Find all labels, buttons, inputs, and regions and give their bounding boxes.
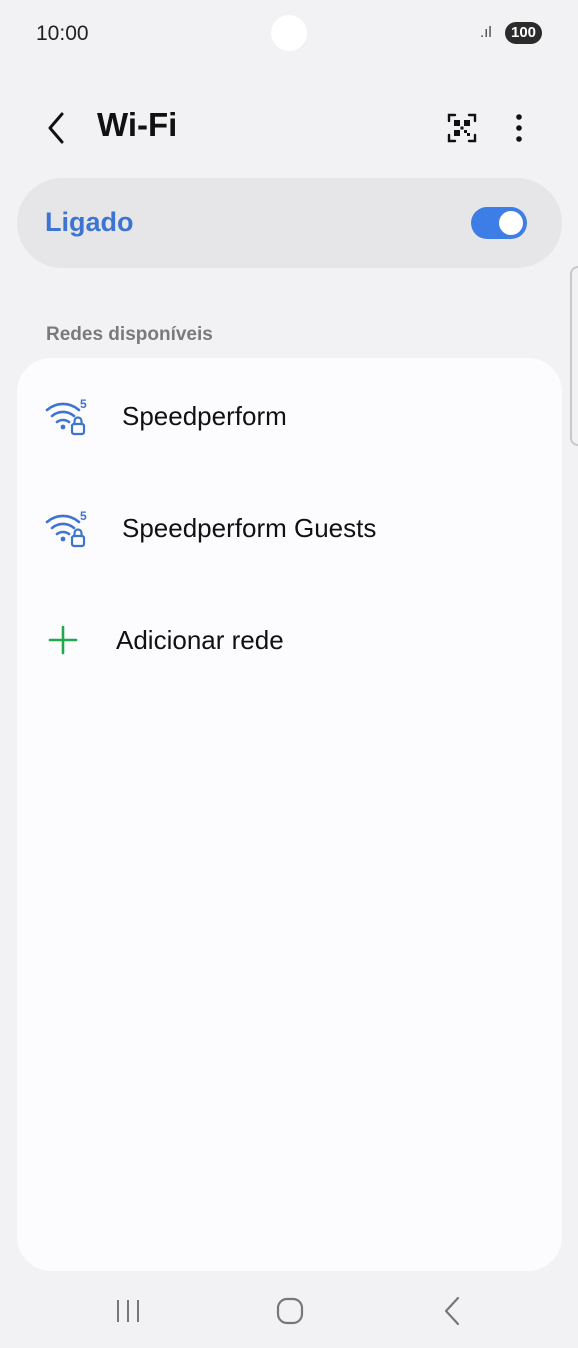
add-network-button[interactable]: Adicionar rede [17, 600, 562, 680]
plus-icon [47, 624, 79, 656]
wifi-5ghz-locked-icon: 5 [45, 396, 91, 436]
clock: 10:00 [36, 22, 89, 45]
back-arrow-icon[interactable] [42, 110, 72, 146]
qr-scan-icon[interactable] [444, 110, 480, 146]
network-item-speedperform-guests[interactable]: 5 Speedperform Guests [17, 488, 562, 568]
status-bar: 10:00 .ıl 100 [0, 0, 578, 68]
system-nav-bar [0, 1276, 578, 1348]
back-icon[interactable] [438, 1295, 466, 1327]
front-camera [271, 15, 307, 51]
svg-text:5: 5 [80, 509, 87, 523]
more-vertical-icon[interactable] [506, 110, 532, 146]
networks-list: 5 Speedperform 5 Speedperform Guests Adi… [17, 358, 562, 1271]
page-title: Wi-Fi [97, 106, 178, 143]
wifi-state-label: Ligado [45, 207, 134, 237]
network-item-speedperform[interactable]: 5 Speedperform [17, 376, 562, 456]
available-networks-header: Redes disponíveis [46, 324, 213, 345]
app-header: Wi-Fi [0, 92, 578, 162]
wifi-toggle-row[interactable]: Ligado [17, 178, 562, 268]
switch-knob [499, 211, 523, 235]
network-name: Speedperform Guests [122, 513, 377, 543]
home-icon[interactable] [275, 1296, 305, 1326]
add-network-label: Adicionar rede [116, 625, 284, 655]
signal-icon: .ıl [480, 24, 492, 41]
wifi-5ghz-locked-icon: 5 [45, 508, 91, 548]
svg-text:5: 5 [80, 397, 87, 411]
battery-indicator: 100 [505, 22, 542, 44]
recents-icon[interactable] [112, 1298, 144, 1324]
edge-panel-handle[interactable] [570, 266, 578, 446]
network-name: Speedperform [122, 401, 287, 431]
wifi-switch[interactable] [471, 207, 527, 239]
